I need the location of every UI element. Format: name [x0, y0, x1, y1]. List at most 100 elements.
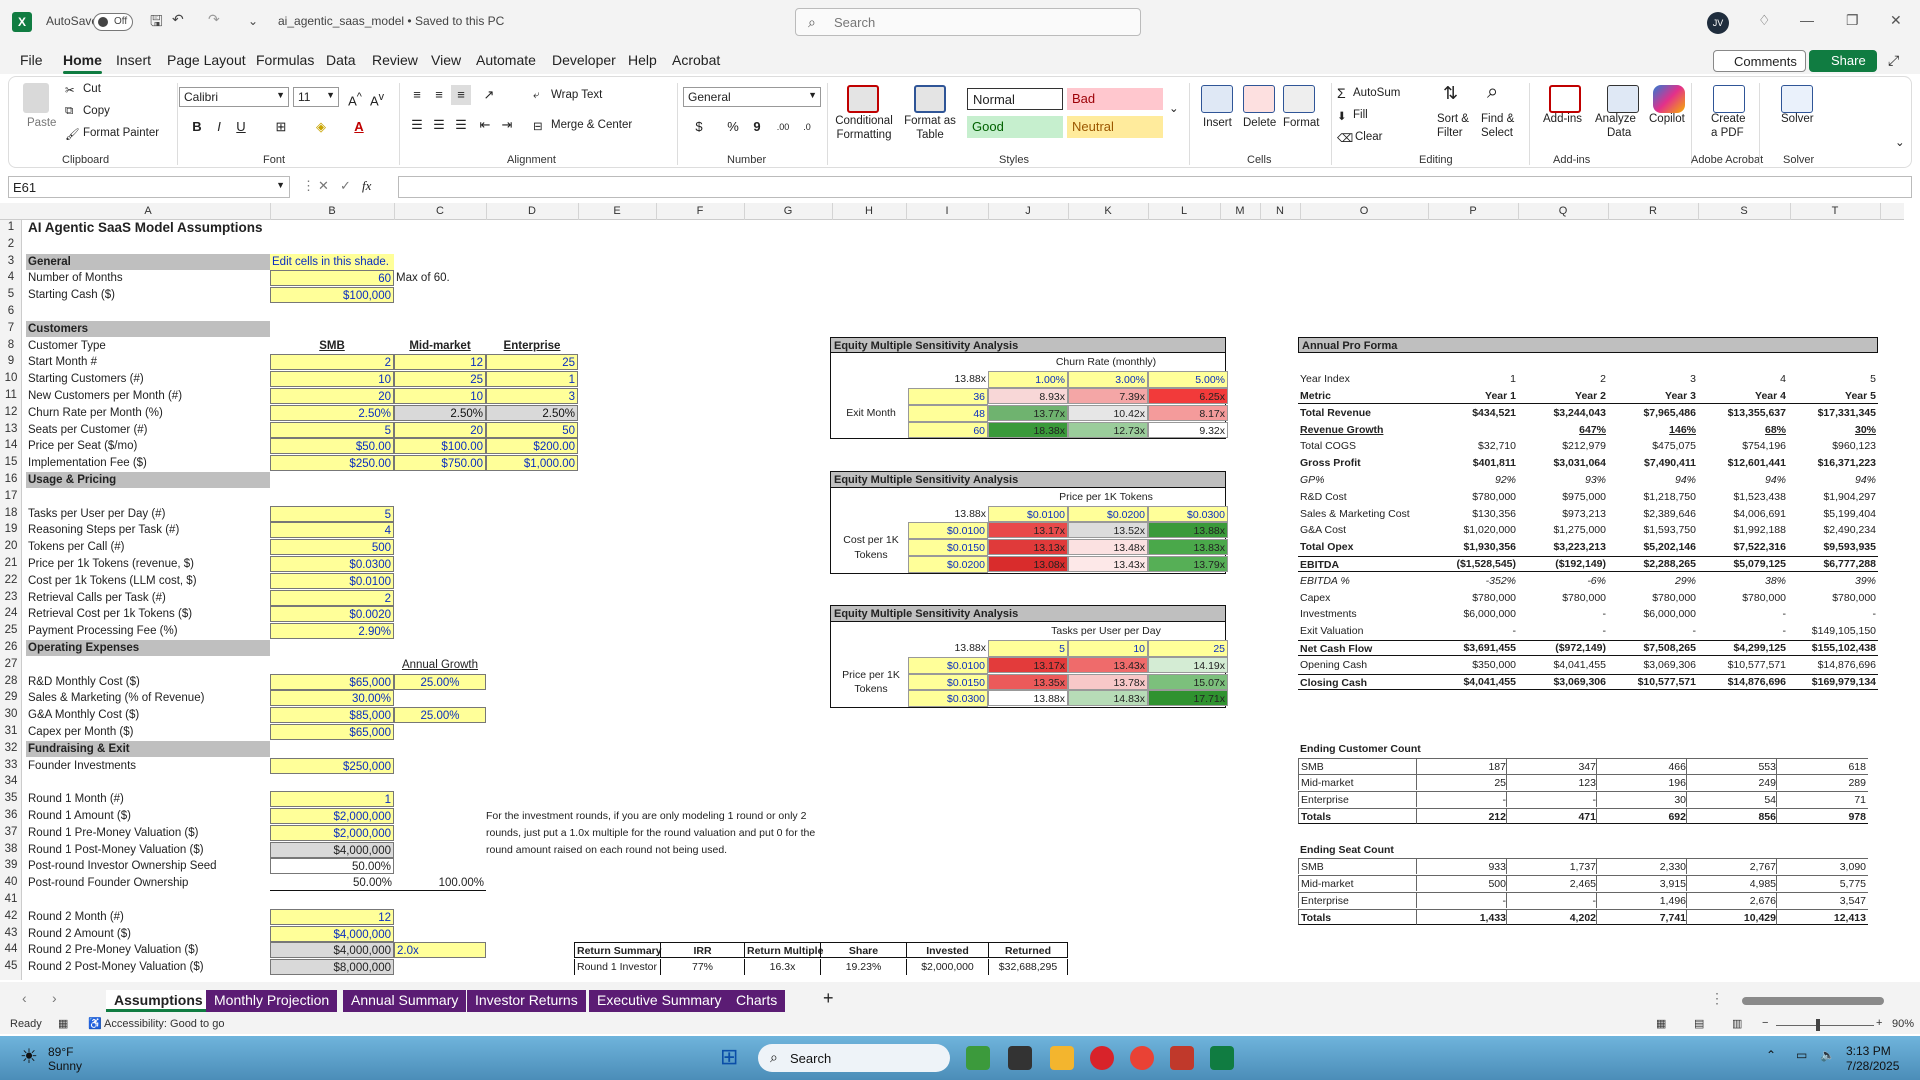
label-customer-row[interactable]: Implementation Fee ($)	[26, 455, 270, 471]
zoom-in-icon[interactable]: +	[1876, 1017, 1882, 1029]
tab-file[interactable]: File	[20, 52, 43, 68]
proforma-year-index[interactable]: 1	[1428, 371, 1518, 387]
label-usage-row[interactable]: Payment Processing Fee (%)	[26, 623, 270, 639]
return-value[interactable]: 16.3x	[744, 959, 820, 976]
proforma-value[interactable]: 30%	[1788, 422, 1878, 438]
sensitivity-cell[interactable]: 17.71x	[1148, 690, 1228, 707]
input-usage-value[interactable]: $0.0300	[270, 556, 394, 572]
column-header-g[interactable]: G	[744, 205, 832, 217]
sensitivity-col-header[interactable]: $0.0100	[988, 505, 1068, 523]
proforma-value[interactable]: 146%	[1608, 422, 1698, 438]
sensitivity-cell[interactable]: 13.78x	[1068, 673, 1148, 690]
input-customer-value[interactable]: $750.00	[394, 455, 486, 472]
proforma-value[interactable]: $13,355,637	[1698, 405, 1788, 421]
proforma-value[interactable]: 647%	[1518, 422, 1608, 438]
proforma-year-header[interactable]: Year 1	[1428, 388, 1518, 404]
label-customer-row[interactable]: Start Month #	[26, 354, 270, 370]
column-header-r[interactable]: R	[1608, 205, 1698, 217]
align-right-icon[interactable]: ☰	[451, 115, 471, 135]
tab-home[interactable]: Home	[63, 52, 102, 74]
proforma-row-label[interactable]: Total Opex	[1298, 539, 1428, 555]
formula-input[interactable]	[398, 176, 1912, 198]
return-value[interactable]: Round 1 Investor	[574, 959, 660, 976]
create-pdf-button-2[interactable]: a PDF	[1711, 127, 1744, 139]
proforma-value[interactable]: $6,000,000	[1428, 606, 1518, 622]
excel-taskbar-icon[interactable]	[1210, 1046, 1234, 1070]
sensitivity-row-header[interactable]: 60	[908, 421, 988, 439]
row-header-27[interactable]: 27	[0, 658, 22, 670]
count-row-label[interactable]: SMB	[1298, 858, 1426, 875]
return-header[interactable]: IRR	[660, 942, 744, 959]
proforma-value[interactable]: 39%	[1788, 573, 1878, 589]
sensitivity-row-header[interactable]: $0.0300	[908, 690, 988, 708]
header-annual-growth[interactable]: Annual Growth	[394, 657, 486, 673]
proforma-value[interactable]: $14,876,696	[1788, 657, 1878, 673]
section-general[interactable]: General	[26, 253, 270, 270]
count-value[interactable]: 4,202	[1506, 908, 1598, 925]
proforma-value[interactable]: -	[1518, 606, 1608, 622]
input-round1-pre[interactable]: $2,000,000	[270, 824, 394, 841]
percent-icon[interactable]: %	[723, 117, 743, 137]
styles-more-icon[interactable]: ⌄	[1169, 101, 1179, 115]
proforma-value[interactable]: -6%	[1518, 573, 1608, 589]
row-header-42[interactable]: 42	[0, 910, 22, 922]
column-header-q[interactable]: Q	[1518, 205, 1608, 217]
collapse-ribbon-icon[interactable]: ⌄	[1895, 135, 1905, 149]
label-usage-row[interactable]: Tasks per User per Day (#)	[26, 506, 270, 522]
sensitivity-cell[interactable]: 13.08x	[988, 556, 1068, 572]
label-customer-row[interactable]: New Customers per Month (#)	[26, 388, 270, 404]
proforma-value[interactable]: $1,275,000	[1518, 522, 1608, 538]
count-value[interactable]: 978	[1776, 808, 1868, 824]
cancel-formula-icon[interactable]: ✕	[318, 178, 329, 194]
proforma-value[interactable]: -352%	[1428, 573, 1518, 589]
proforma-row-label[interactable]: Gross Profit	[1298, 455, 1428, 471]
currency-icon[interactable]: $	[689, 117, 709, 137]
column-header-p[interactable]: P	[1428, 205, 1518, 217]
label-round1-pre[interactable]: Round 1 Pre-Money Valuation ($)	[26, 825, 270, 841]
input-customer-value[interactable]: 50	[486, 421, 578, 438]
count-row-label[interactable]: Totals	[1298, 908, 1426, 925]
add-ins-icon[interactable]	[1549, 85, 1581, 113]
sheet-tab-annual-summary[interactable]: Annual Summary	[343, 990, 467, 1012]
input-ga-growth[interactable]: 25.00%	[394, 707, 486, 724]
sensitivity-col-header[interactable]: $0.0300	[1148, 505, 1228, 523]
input-usage-value[interactable]: $0.0100	[270, 572, 394, 589]
sensitivity-cell[interactable]: 13.48x	[1068, 539, 1148, 556]
search-input[interactable]: ⌕ Search	[795, 8, 1141, 36]
proforma-year-index[interactable]: 2	[1518, 371, 1608, 387]
input-customer-value[interactable]: 2	[270, 354, 394, 371]
count-value[interactable]: 10,429	[1686, 908, 1778, 925]
row-header-40[interactable]: 40	[0, 876, 22, 888]
label-number-of-months[interactable]: Number of Months	[26, 270, 270, 286]
sensitivity-row-label-2[interactable]: Tokens	[836, 681, 906, 698]
row-header-44[interactable]: 44	[0, 943, 22, 955]
zoom-slider[interactable]	[1776, 1025, 1874, 1026]
row-header-39[interactable]: 39	[0, 859, 22, 871]
weather-icon[interactable]: ☀	[20, 1044, 38, 1069]
delete-cells-icon[interactable]	[1243, 85, 1275, 113]
conditional-formatting-icon[interactable]	[847, 85, 879, 113]
sensitivity-row-header[interactable]: $0.0100	[908, 522, 988, 540]
count-value[interactable]: 1,737	[1506, 858, 1598, 875]
proforma-year-header[interactable]: Year 2	[1518, 388, 1608, 404]
proforma-value[interactable]: -	[1608, 623, 1698, 639]
sensitivity-cell[interactable]: 15.07x	[1148, 673, 1228, 690]
weather-desc[interactable]: Sunny	[48, 1059, 82, 1073]
input-customer-value[interactable]: 2.50%	[486, 404, 578, 421]
proforma-value[interactable]: $5,079,125	[1698, 556, 1788, 572]
proforma-value[interactable]: $7,522,316	[1698, 539, 1788, 555]
autosum-button[interactable]: AutoSum	[1353, 87, 1400, 99]
proforma-value[interactable]: $975,000	[1518, 489, 1608, 505]
proforma-value[interactable]: $780,000	[1608, 590, 1698, 606]
row-header-43[interactable]: 43	[0, 927, 22, 939]
input-ga-cost[interactable]: $85,000	[270, 707, 394, 724]
proforma-value[interactable]: ($192,149)	[1518, 556, 1608, 572]
copilot-button[interactable]: Copilot	[1649, 113, 1685, 125]
opera-icon[interactable]	[1090, 1046, 1114, 1070]
sheet-tab-charts[interactable]: Charts	[728, 990, 786, 1012]
label-round2-month[interactable]: Round 2 Month (#)	[26, 909, 270, 925]
font-size-select[interactable]: 11 ▼	[293, 87, 339, 107]
page-layout-view-icon[interactable]: ▤	[1694, 1017, 1704, 1030]
count-row-label[interactable]: Mid-market	[1298, 774, 1426, 791]
clear-button[interactable]: Clear	[1355, 131, 1382, 143]
